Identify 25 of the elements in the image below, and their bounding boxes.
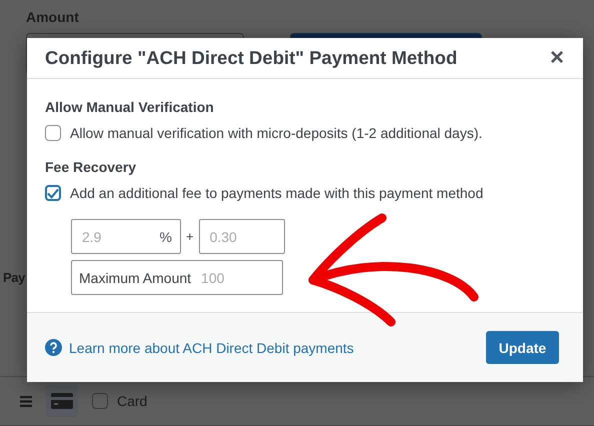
fixed-fee-field[interactable]: 0.30 <box>198 219 285 254</box>
field-prefix: Maximum Amount <box>79 270 192 286</box>
dialog-title: Configure "ACH Direct Debit" Payment Method <box>45 47 458 69</box>
checkbox-label: Allow manual verification with micro-deposits (1-2 additional days). <box>70 125 482 141</box>
section-heading: Pay <box>3 270 25 285</box>
section-heading: Allow Manual Verification <box>45 99 215 115</box>
percent-input[interactable]: 2.9 <box>82 228 160 244</box>
credit-card-icon <box>46 385 78 417</box>
close-button[interactable]: × <box>550 46 564 70</box>
percent-fee-field[interactable]: 2.9 % <box>71 219 181 254</box>
plus-sign: + <box>185 229 195 244</box>
checkbox-label: Add an additional fee to payments made with this payment method <box>70 185 484 201</box>
checkbox[interactable] <box>45 185 61 201</box>
amount-label: Amount <box>26 9 80 25</box>
checkbox[interactable] <box>92 393 108 409</box>
percent-suffix: % <box>160 228 172 244</box>
maximum-amount-field[interactable]: Maximum Amount 100 <box>71 260 283 295</box>
drag-handle-icon[interactable] <box>20 396 32 406</box>
checkbox-label: Card <box>117 393 148 409</box>
checkbox[interactable] <box>45 125 61 141</box>
section-heading: Fee Recovery <box>45 159 138 175</box>
help-link[interactable]: Learn more about ACH Direct Debit payments <box>69 340 354 356</box>
update-button[interactable]: Update <box>486 331 559 364</box>
help-icon <box>45 339 62 356</box>
maximum-amount-input[interactable]: 100 <box>201 270 274 286</box>
